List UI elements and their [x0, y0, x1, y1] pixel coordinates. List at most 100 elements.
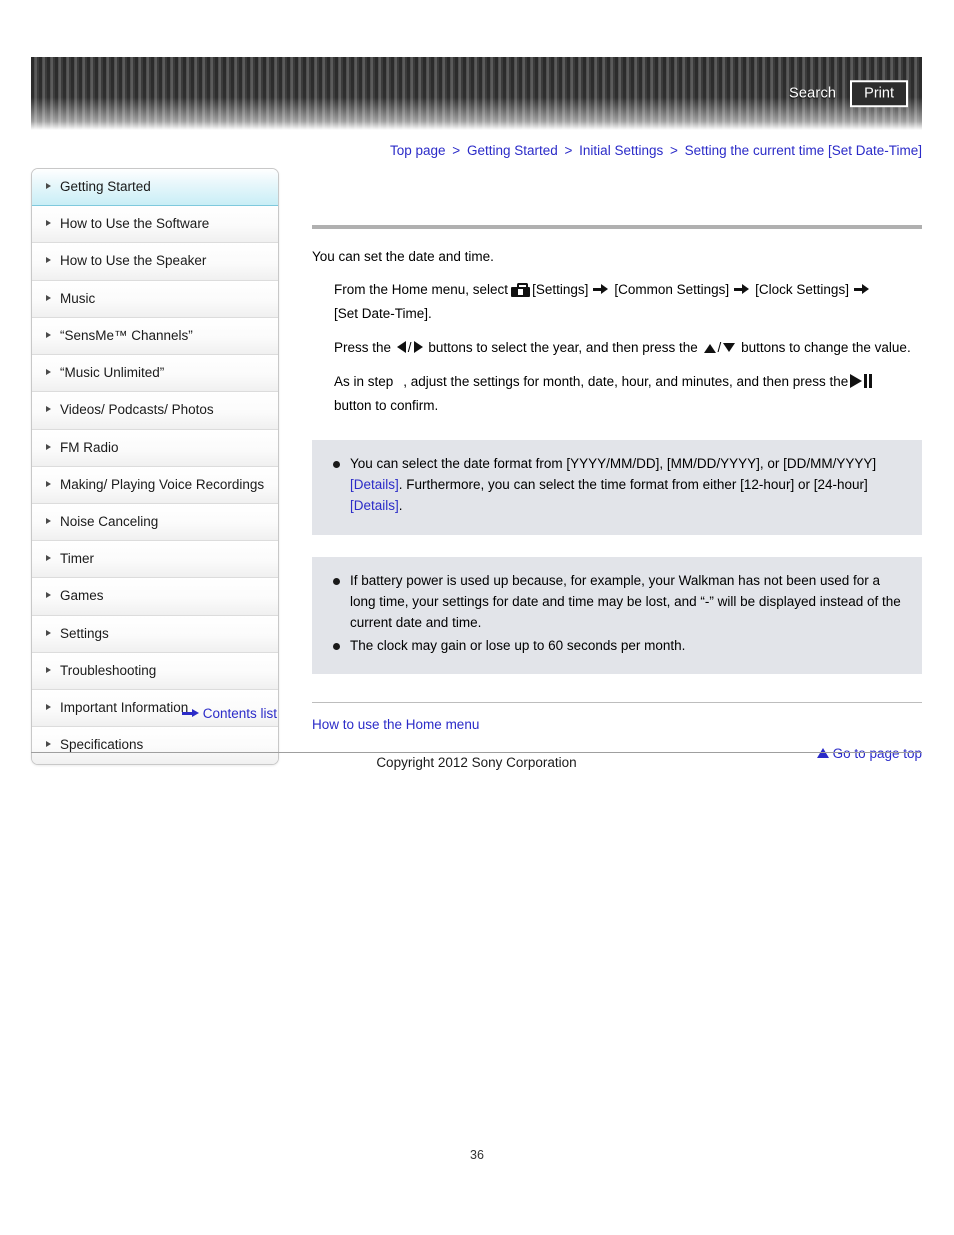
breadcrumb-separator: >: [669, 143, 678, 158]
breadcrumb-separator: >: [564, 143, 573, 158]
breadcrumb: Top page > Getting Started > Initial Set…: [310, 143, 922, 158]
chevron-right-icon: [46, 369, 51, 376]
sidebar-item-fm-radio[interactable]: FM Radio: [32, 429, 278, 467]
arrow-forward-icon: [853, 283, 870, 295]
sidebar-item-label: Making/ Playing Voice Recordings: [60, 476, 265, 492]
sidebar-item-settings[interactable]: Settings: [32, 615, 278, 653]
arrow-down-button-icon: [723, 342, 736, 352]
step-3-text-part3: button to confirm.: [334, 397, 439, 413]
step-3-text-part2: , adjust the settings for month, date, h…: [403, 373, 849, 389]
sidebar-item-games[interactable]: Games: [32, 578, 278, 616]
arrow-right-button-icon: [413, 340, 423, 353]
step-2-slash: /: [717, 339, 722, 355]
page-number: 36: [470, 1148, 484, 1162]
chevron-right-icon: [46, 555, 51, 562]
sidebar-item-sensme-channels[interactable]: “SensMe™ Channels”: [32, 317, 278, 356]
sidebar-item-timer[interactable]: Timer: [32, 541, 278, 579]
sidebar-item-getting-started[interactable]: Getting Started: [32, 169, 278, 207]
step-1-common-settings-label: [Common Settings]: [614, 281, 730, 297]
sidebar-item-music-unlimited[interactable]: “Music Unlimited”: [32, 355, 278, 393]
step-3-text-part1: As in step: [334, 373, 394, 389]
sidebar-nav: Getting Started How to Use the Software …: [31, 168, 279, 765]
sidebar-item-label: Troubleshooting: [60, 662, 157, 678]
chevron-right-icon: [46, 294, 51, 301]
sidebar-item-label: “Music Unlimited”: [60, 365, 165, 381]
details-link[interactable]: [Details]: [350, 498, 399, 513]
sidebar-item-label: Noise Canceling: [60, 513, 159, 529]
note-bullet: You can select the date format from [YYY…: [330, 454, 904, 517]
step-2-text-part2: buttons to select the year, and then pre…: [428, 339, 698, 355]
arrow-left-button-icon: [396, 340, 406, 353]
note-text-c: .: [398, 497, 403, 513]
footer-divider: [31, 752, 922, 753]
details-link[interactable]: [Details]: [350, 477, 399, 492]
note-text-b: . Furthermore, you can select the time f…: [398, 476, 868, 492]
sidebar-item-label: Music: [60, 290, 96, 306]
sidebar-item-troubleshooting[interactable]: Troubleshooting: [32, 652, 278, 691]
sidebar-item-music[interactable]: Music: [32, 280, 278, 318]
step-1: From the Home menu, select [Settings] [Com…: [334, 278, 922, 326]
chevron-right-icon: [46, 517, 51, 524]
sidebar-item-label: Specifications: [60, 737, 144, 753]
breadcrumb-item-getting-started[interactable]: Getting Started: [467, 143, 558, 158]
sidebar-item-label: How to Use the Software: [60, 216, 210, 232]
related-link-home-menu[interactable]: How to use the Home menu: [312, 717, 479, 732]
chevron-right-icon: [46, 629, 51, 636]
chevron-right-icon: [46, 592, 51, 599]
copyright-text: Copyright 2012 Sony Corporation: [376, 755, 577, 770]
arrow-up-button-icon: [703, 343, 716, 353]
sidebar-item-how-to-use-the-speaker[interactable]: How to Use the Speaker: [32, 243, 278, 281]
search-button[interactable]: Search: [789, 86, 836, 102]
related-links-divider: [312, 702, 922, 704]
sidebar-item-label: Settings: [60, 625, 109, 641]
chevron-right-icon: [46, 443, 51, 450]
step-1-text-part1: From the Home menu, select: [334, 281, 509, 297]
sidebar-item-noise-canceling[interactable]: Noise Canceling: [32, 503, 278, 542]
contents-list-row: Contents list: [31, 705, 277, 721]
step-2: Press the / buttons to select the year, …: [334, 336, 922, 360]
chevron-right-icon: [46, 406, 51, 413]
header-controls: Search Print: [789, 79, 908, 108]
sidebar-item-label: Timer: [60, 551, 94, 567]
main-content: You can set the date and time. From the …: [312, 168, 922, 761]
step-2-slash: /: [407, 339, 412, 355]
chevron-right-icon: [46, 220, 51, 227]
note-bullet: The clock may gain or lose up to 60 seco…: [330, 636, 904, 657]
play-pause-button-icon: [850, 373, 873, 388]
sidebar-item-how-to-use-the-software[interactable]: How to Use the Software: [32, 206, 278, 244]
arrow-right-icon: [181, 708, 199, 718]
breadcrumb-separator: >: [452, 143, 461, 158]
note-box-battery-clock: If battery power is used up because, for…: [312, 556, 922, 675]
contents-list-link[interactable]: Contents list: [203, 706, 277, 721]
sidebar-item-label: FM Radio: [60, 439, 119, 455]
arrow-forward-icon: [593, 283, 609, 295]
chevron-right-icon: [46, 480, 51, 487]
sidebar-item-making-playing-voice-recordings[interactable]: Making/ Playing Voice Recordings: [32, 466, 278, 504]
step-3: As in step , adjust the settings for mont…: [334, 370, 922, 418]
chevron-right-icon: [46, 331, 51, 338]
breadcrumb-item-current-page[interactable]: Setting the current time [Set Date-Time]: [685, 143, 922, 158]
step-1-set-date-time-label: [Set Date-Time].: [334, 305, 432, 321]
step-2-text-part1: Press the: [334, 339, 392, 355]
step-1-settings-label: [Settings]: [532, 281, 589, 297]
note-text-a: You can select the date format from [YYY…: [350, 456, 877, 471]
chevron-right-icon: [46, 741, 51, 748]
chevron-right-icon: [46, 666, 51, 673]
breadcrumb-item-initial-settings[interactable]: Initial Settings: [579, 143, 663, 158]
chevron-right-icon: [46, 257, 51, 264]
header-banner: Search Print: [31, 57, 922, 130]
toolbox-settings-icon: [511, 282, 531, 297]
step-1-clock-settings-label: [Clock Settings]: [755, 281, 849, 297]
note-box-date-format: You can select the date format from [YYY…: [312, 440, 922, 535]
sidebar-item-label: How to Use the Speaker: [60, 253, 207, 269]
content-top-divider: [312, 225, 922, 229]
intro-text: You can set the date and time.: [312, 249, 494, 264]
step-2-text-part3: buttons to change the value.: [741, 339, 911, 355]
print-button[interactable]: Print: [850, 79, 908, 108]
sidebar-item-videos-podcasts-photos[interactable]: Videos/ Podcasts/ Photos: [32, 392, 278, 430]
breadcrumb-item-top-page[interactable]: Top page: [390, 143, 446, 158]
sidebar-item-label: “SensMe™ Channels”: [60, 327, 193, 343]
sidebar-item-label: Games: [60, 588, 104, 604]
chevron-right-icon: [46, 183, 51, 189]
sidebar-item-label: Getting Started: [60, 179, 151, 194]
